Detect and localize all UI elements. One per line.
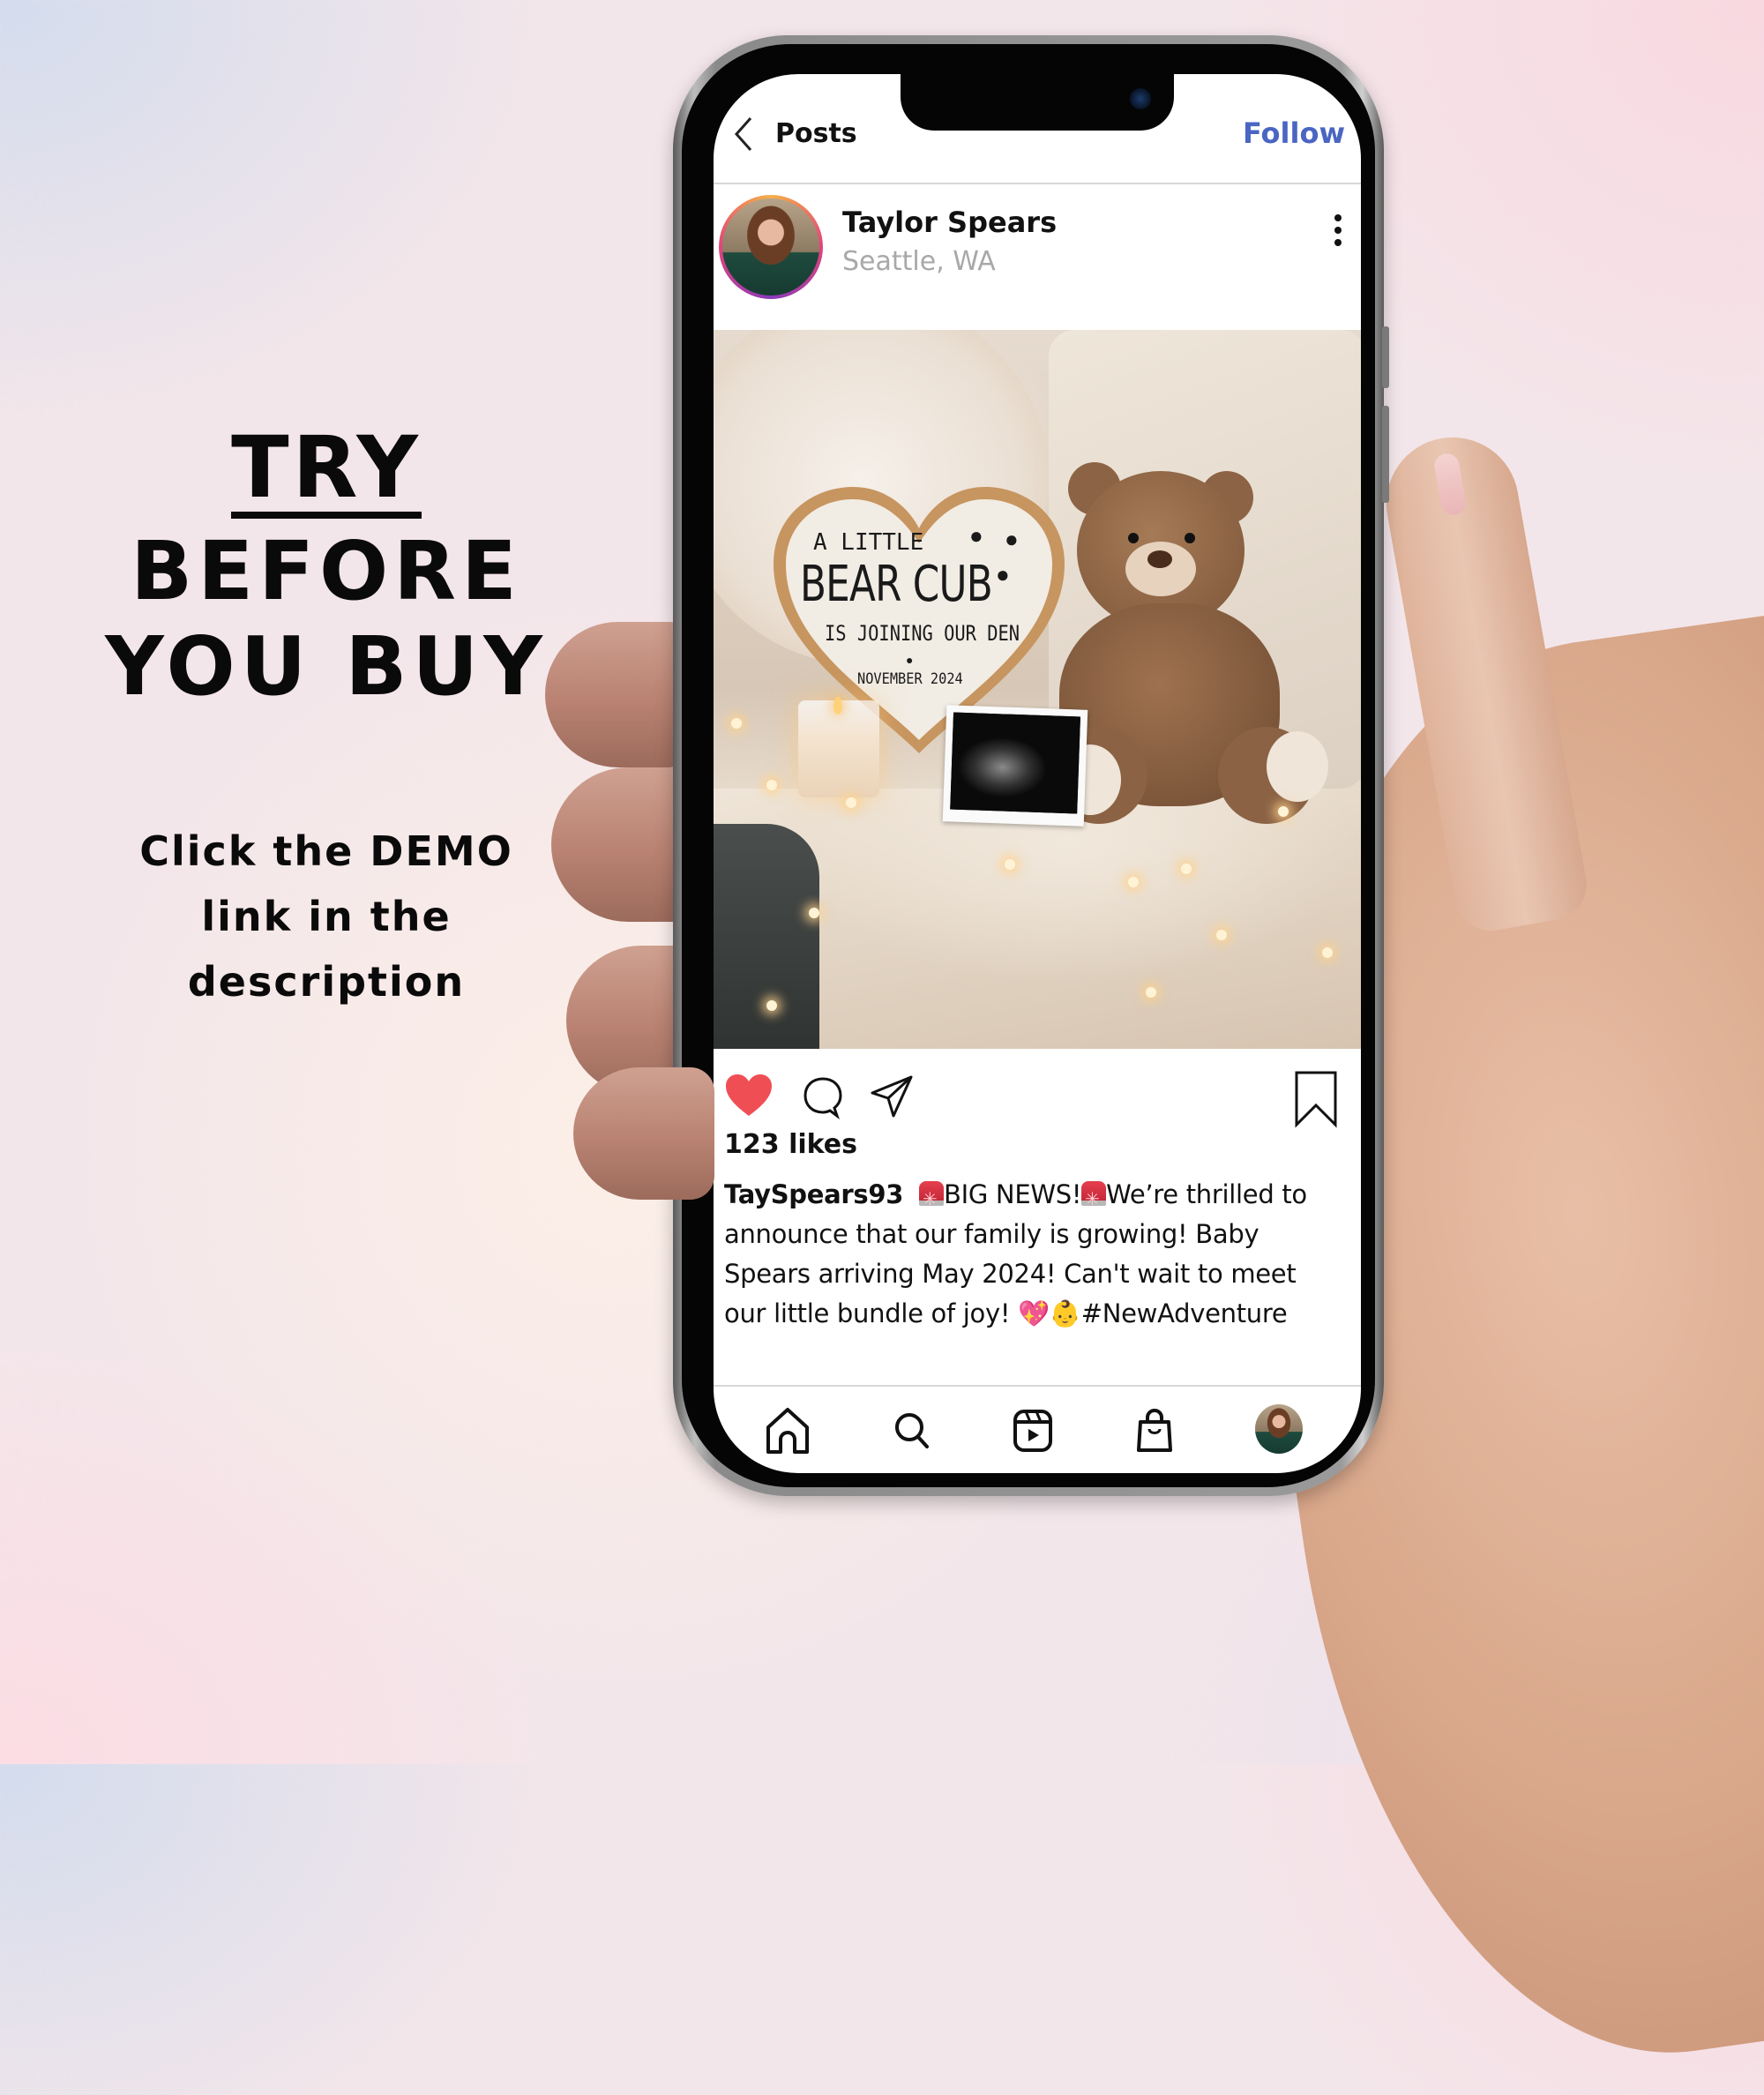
side-button <box>1382 326 1389 388</box>
caption-headline: BIG NEWS! <box>943 1179 1082 1209</box>
demo-line-1: Click the DEMO <box>139 827 513 875</box>
bear-nose <box>1147 550 1172 568</box>
fairy-light <box>1146 987 1156 998</box>
bottom-nav <box>714 1385 1361 1473</box>
notch <box>901 74 1174 131</box>
candle <box>798 697 879 797</box>
side-button <box>1382 406 1389 503</box>
sign-line-3: IS JOINING OUR DEN <box>825 621 1020 646</box>
demo-instructions: Click the DEMO link in the description <box>106 819 547 1014</box>
post-author-name[interactable]: Taylor Spears <box>842 206 1057 239</box>
paw-print-icon: ● <box>996 561 1010 587</box>
fairy-light <box>1181 864 1192 874</box>
fairy-light <box>1005 859 1015 870</box>
phone-frame: Posts Follow Taylor Spears Seattle, WA A… <box>673 35 1389 1496</box>
more-vertical-icon[interactable] <box>1333 214 1343 250</box>
post-caption: TaySpears93 BIG NEWS!We’re thrilled to a… <box>724 1175 1342 1334</box>
fairy-light <box>1322 947 1333 958</box>
caption-hashtag[interactable]: #NewAdventure <box>1081 1298 1288 1328</box>
heart-filled-icon[interactable] <box>724 1074 774 1118</box>
send-icon[interactable] <box>869 1074 915 1119</box>
sign-line-2: BEAR CUB <box>800 556 993 613</box>
fairy-light <box>731 718 742 729</box>
demo-line-3: description <box>187 958 466 1006</box>
headline-try: TRY <box>231 418 422 519</box>
fairy-light <box>766 780 777 790</box>
reels-icon[interactable] <box>1008 1406 1058 1455</box>
sign-line-1: A LITTLE <box>813 529 924 556</box>
paw-print-icon: ● <box>906 653 914 667</box>
comment-icon[interactable] <box>802 1075 844 1119</box>
phone-bezel: Posts Follow Taylor Spears Seattle, WA A… <box>682 44 1375 1487</box>
post-image[interactable]: A LITTLE BEAR CUB IS JOINING OUR DEN NOV… <box>714 330 1361 1049</box>
bear-eye <box>1185 533 1195 543</box>
thumbnail-nail <box>1432 452 1468 517</box>
fairy-light <box>1278 806 1289 817</box>
shop-bag-icon[interactable] <box>1130 1406 1179 1455</box>
fairy-light <box>766 1000 777 1011</box>
promo-text-block: TRY BEFORE YOU BUY Click the DEMO link i… <box>105 418 547 1014</box>
front-camera <box>1130 88 1151 109</box>
home-icon[interactable] <box>763 1406 812 1455</box>
paw-print-icon: ● <box>969 522 983 549</box>
siren-emoji-icon <box>1081 1179 1107 1219</box>
page-title: Posts <box>775 118 857 149</box>
fairy-light <box>846 797 856 808</box>
candle-flame <box>833 697 842 715</box>
fairy-light <box>1128 877 1139 887</box>
siren-emoji-icon <box>918 1179 944 1219</box>
sign-line-4: NOVEMBER 2024 <box>857 670 963 688</box>
phone-screen: Posts Follow Taylor Spears Seattle, WA A… <box>714 74 1361 1473</box>
avatar-image <box>722 198 819 296</box>
ultrasound-photo <box>942 705 1088 827</box>
bear-foot <box>1267 731 1328 802</box>
fairy-light <box>1216 930 1227 940</box>
headline-before: BEFORE <box>131 524 522 618</box>
profile-avatar[interactable] <box>1255 1404 1303 1454</box>
bear-eye <box>1128 533 1139 543</box>
follow-button[interactable]: Follow <box>1243 116 1345 150</box>
ultrasound-image <box>950 712 1080 814</box>
chevron-left-icon[interactable] <box>731 115 758 153</box>
likes-count[interactable]: 123 likes <box>724 1129 857 1160</box>
avatar[interactable] <box>719 195 823 299</box>
headline-you-buy: YOU BUY <box>105 619 548 714</box>
post-actions <box>714 1058 1361 1128</box>
paw-print-icon: ● <box>1005 526 1019 552</box>
dark-cloth <box>714 824 819 1049</box>
demo-line-2: link in the <box>201 893 452 940</box>
finger-pinky <box>573 1067 714 1200</box>
post-location[interactable]: Seattle, WA <box>842 246 996 277</box>
fairy-light <box>809 908 819 918</box>
search-icon[interactable] <box>888 1406 938 1455</box>
caption-username[interactable]: TaySpears93 <box>724 1179 903 1209</box>
caption-gap <box>911 1179 919 1209</box>
caption-emojis: 💖👶 <box>1018 1298 1081 1328</box>
bookmark-icon[interactable] <box>1294 1070 1338 1128</box>
post-header: Taylor Spears Seattle, WA <box>714 184 1361 299</box>
